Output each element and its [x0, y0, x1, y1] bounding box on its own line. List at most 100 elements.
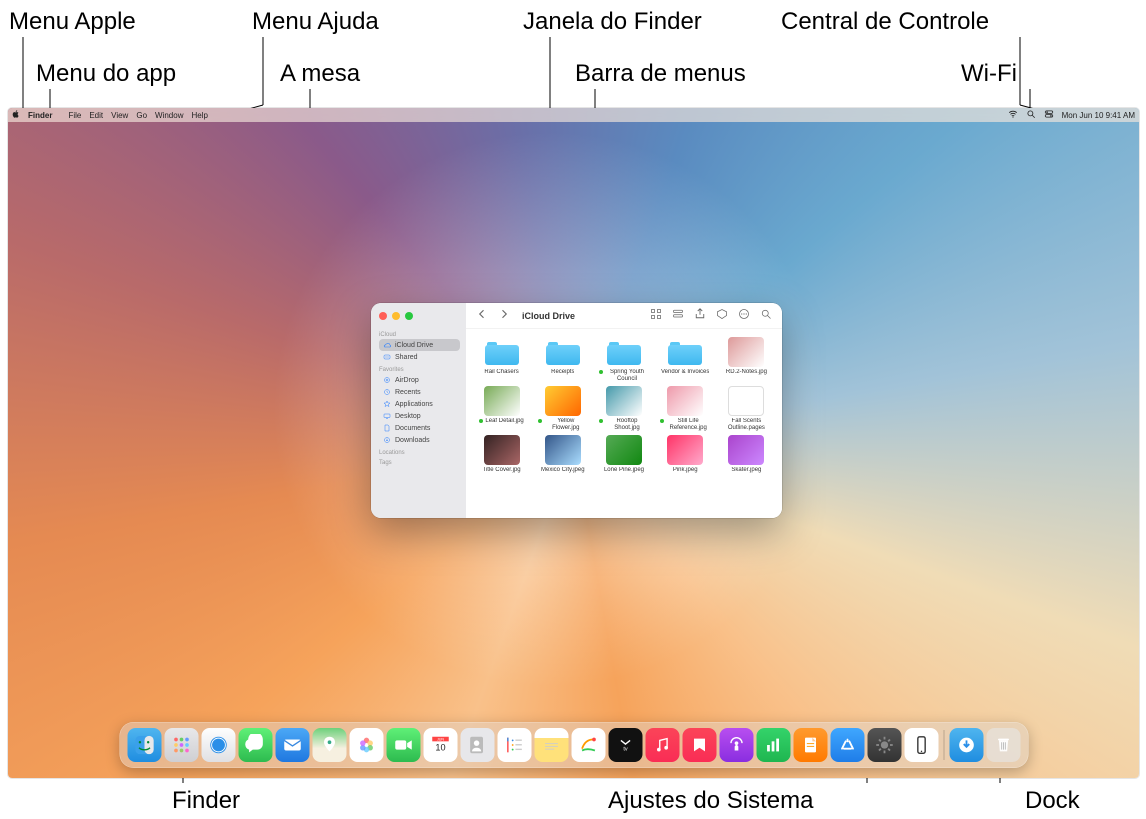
- macos-desktop: Finder File Edit View Go Window Help Mon Jun …: [8, 108, 1139, 778]
- action-button[interactable]: [738, 307, 750, 325]
- dock: JUN 10 tv: [119, 722, 1028, 768]
- sidebar-item-documents[interactable]: Documents: [379, 422, 460, 434]
- file-item[interactable]: Fall Scents Outline.pages: [719, 386, 774, 431]
- dock-trash[interactable]: [986, 728, 1020, 762]
- sidebar-item-label: Applications: [395, 401, 433, 408]
- finder-content[interactable]: Rail ChasersReceiptsSpring Youth Council…: [466, 329, 782, 518]
- minimize-button[interactable]: [392, 312, 400, 320]
- file-item[interactable]: Pink.jpeg: [658, 435, 713, 474]
- dock-maps[interactable]: [312, 728, 346, 762]
- menu-go[interactable]: Go: [136, 111, 147, 120]
- clock-status[interactable]: Mon Jun 10 9:41 AM: [1062, 111, 1135, 120]
- zoom-button[interactable]: [405, 312, 413, 320]
- dock-launchpad[interactable]: [164, 728, 198, 762]
- photos-icon: [355, 734, 377, 756]
- messages-icon: [244, 734, 266, 756]
- file-item[interactable]: Mexico City.jpeg: [535, 435, 590, 474]
- file-item[interactable]: Vendor & Invoices: [658, 337, 713, 382]
- search-button[interactable]: [760, 307, 772, 325]
- file-label: Still Life Reference.jpg: [660, 418, 710, 431]
- control-center-status[interactable]: [1044, 109, 1054, 121]
- dock-podcasts[interactable]: [719, 728, 753, 762]
- sidebar-item-icloud-drive[interactable]: iCloud Drive: [379, 339, 460, 351]
- dock-reminders[interactable]: [497, 728, 531, 762]
- menu-help[interactable]: Help: [191, 111, 207, 120]
- close-button[interactable]: [379, 312, 387, 320]
- dock-mail[interactable]: [275, 728, 309, 762]
- finder-title: iCloud Drive: [522, 311, 575, 321]
- spotlight-status[interactable]: [1026, 109, 1036, 121]
- sidebar-item-recents[interactable]: Recents: [379, 386, 460, 398]
- apple-menu[interactable]: [12, 110, 20, 120]
- file-item[interactable]: Yellow Flower.jpg: [535, 386, 590, 431]
- callout-finder: Finder: [172, 787, 240, 815]
- finder-toolbar: iCloud Drive: [466, 303, 782, 329]
- dock-appstore[interactable]: [830, 728, 864, 762]
- file-item[interactable]: Skater.jpeg: [719, 435, 774, 474]
- dock-contacts[interactable]: [460, 728, 494, 762]
- share-button[interactable]: [694, 307, 706, 325]
- dock-system-settings[interactable]: [867, 728, 901, 762]
- sidebar-item-shared[interactable]: Shared: [379, 351, 460, 363]
- sidebar-item-label: Shared: [395, 354, 418, 361]
- sidebar-item-downloads[interactable]: Downloads: [379, 434, 460, 446]
- group-by-button[interactable]: [672, 307, 684, 325]
- sidebar-item-airdrop[interactable]: AirDrop: [379, 374, 460, 386]
- sidebar-item-label: Downloads: [395, 437, 430, 444]
- dock-facetime[interactable]: [386, 728, 420, 762]
- tags-button[interactable]: [716, 307, 728, 325]
- callout-finder-window: Janela do Finder: [523, 8, 702, 36]
- dock-numbers[interactable]: [756, 728, 790, 762]
- file-label: Vendor & Invoices: [661, 369, 709, 376]
- file-item[interactable]: Rail Chasers: [474, 337, 529, 382]
- menu-file[interactable]: File: [68, 111, 81, 120]
- dock-music[interactable]: [645, 728, 679, 762]
- grid-icon: [650, 308, 662, 320]
- shared-icon: [383, 353, 391, 361]
- file-item[interactable]: Title Cover.jpg: [474, 435, 529, 474]
- file-item[interactable]: Lone Pine.jpeg: [596, 435, 651, 474]
- file-label: Fall Scents Outline.pages: [721, 418, 771, 431]
- dock-safari[interactable]: [201, 728, 235, 762]
- callout-control-center: Central de Controle: [781, 8, 989, 36]
- dock-calendar[interactable]: JUN 10: [423, 728, 457, 762]
- sidebar-item-desktop[interactable]: Desktop: [379, 410, 460, 422]
- dock-downloads[interactable]: [949, 728, 983, 762]
- dock-notes[interactable]: [534, 728, 568, 762]
- file-item[interactable]: Receipts: [535, 337, 590, 382]
- menu-window[interactable]: Window: [155, 111, 183, 120]
- svg-text:JUN: JUN: [436, 737, 443, 741]
- sidebar-section-favorites: Favorites: [379, 367, 460, 373]
- trash-icon: [992, 734, 1014, 756]
- svg-text:10: 10: [435, 743, 445, 753]
- dock-freeform[interactable]: [571, 728, 605, 762]
- forward-button[interactable]: [498, 307, 510, 325]
- file-item[interactable]: RD.2-Notes.jpg: [719, 337, 774, 382]
- dock-news[interactable]: [682, 728, 716, 762]
- dock-messages[interactable]: [238, 728, 272, 762]
- view-switcher[interactable]: [650, 307, 662, 325]
- dock-pages[interactable]: [793, 728, 827, 762]
- dock-finder[interactable]: [127, 728, 161, 762]
- back-button[interactable]: [476, 307, 488, 325]
- calendar-icon: JUN 10: [429, 734, 451, 756]
- dock-tv[interactable]: tv: [608, 728, 642, 762]
- file-item[interactable]: Leaf Detail.jpg: [474, 386, 529, 431]
- file-item[interactable]: Still Life Reference.jpg: [658, 386, 713, 431]
- menu-view[interactable]: View: [111, 111, 128, 120]
- dock-photos[interactable]: [349, 728, 383, 762]
- app-menu[interactable]: Finder: [28, 111, 52, 120]
- folder-icon: [485, 339, 519, 365]
- sync-dot-icon: [599, 370, 603, 374]
- wifi-status[interactable]: [1008, 109, 1018, 121]
- menu-edit[interactable]: Edit: [89, 111, 103, 120]
- sidebar-item-label: Documents: [395, 425, 430, 432]
- file-thumbnail: [606, 386, 642, 416]
- podcasts-icon: [725, 734, 747, 756]
- sidebar-item-applications[interactable]: Applications: [379, 398, 460, 410]
- svg-text:tv: tv: [623, 747, 628, 753]
- file-item[interactable]: Rooftop Shoot.jpg: [596, 386, 651, 431]
- file-item[interactable]: Spring Youth Council: [596, 337, 651, 382]
- dock-iphone-mirroring[interactable]: [904, 728, 938, 762]
- file-label: Pink.jpeg: [673, 467, 698, 474]
